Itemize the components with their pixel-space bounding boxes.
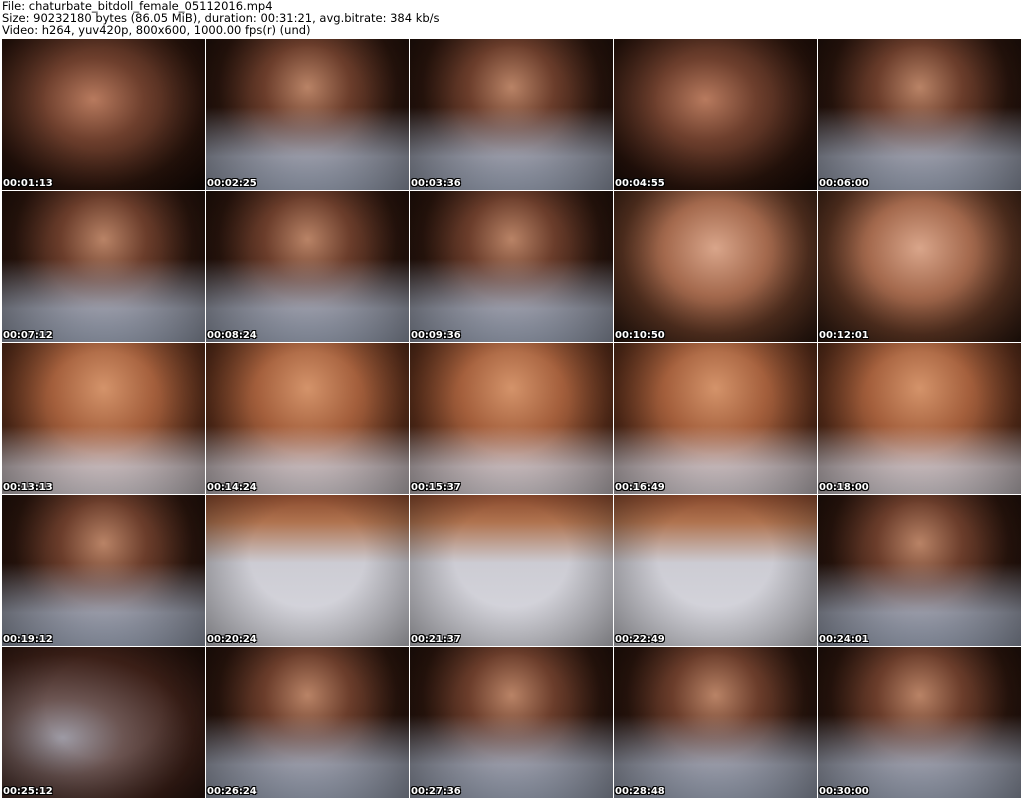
thumbnail-23: 00:27:36 <box>410 647 613 798</box>
thumbnail-vignette <box>818 647 1021 798</box>
thumbnail-timestamp: 00:09:36 <box>411 330 461 341</box>
thumbnail-vignette <box>410 191 613 342</box>
thumbnail-vignette <box>2 495 205 646</box>
thumbnail-timestamp: 00:07:12 <box>3 330 53 341</box>
thumbnail-timestamp: 00:14:24 <box>207 482 257 493</box>
thumbnail-vignette <box>410 495 613 646</box>
thumbnail-25: 00:30:00 <box>818 647 1021 798</box>
thumbnail-grid: 00:01:13 00:02:25 00:03:36 00:04:55 00:06:00… <box>2 39 1022 799</box>
thumbnail-timestamp: 00:20:24 <box>207 634 257 645</box>
thumbnail-timestamp: 00:30:00 <box>819 786 869 797</box>
thumbnail-9: 00:10:50 <box>614 191 817 342</box>
thumbnail-vignette <box>206 647 409 798</box>
thumbnail-7: 00:08:24 <box>206 191 409 342</box>
thumbnail-timestamp: 00:24:01 <box>819 634 869 645</box>
video-info-line: Video: h264, yuv420p, 800x600, 1000.00 f… <box>2 23 311 38</box>
thumbnail-timestamp: 00:08:24 <box>207 330 257 341</box>
thumbnail-13: 00:15:37 <box>410 343 613 494</box>
thumbnail-24: 00:28:48 <box>614 647 817 798</box>
thumbnail-vignette <box>818 343 1021 494</box>
thumbnail-timestamp: 00:22:49 <box>615 634 665 645</box>
thumbnail-timestamp: 00:12:01 <box>819 330 869 341</box>
thumbnail-vignette <box>206 343 409 494</box>
thumbnail-15: 00:18:00 <box>818 343 1021 494</box>
thumbnail-timestamp: 00:06:00 <box>819 178 869 189</box>
thumbnail-timestamp: 00:16:49 <box>615 482 665 493</box>
thumbnail-18: 00:21:37 <box>410 495 613 646</box>
thumbnail-timestamp: 00:01:13 <box>3 178 53 189</box>
thumbnail-vignette <box>2 39 205 190</box>
thumbnail-vignette <box>818 191 1021 342</box>
thumbnail-vignette <box>614 191 817 342</box>
thumbnail-timestamp: 00:18:00 <box>819 482 869 493</box>
thumbnail-6: 00:07:12 <box>2 191 205 342</box>
thumbnail-timestamp: 00:25:12 <box>3 786 53 797</box>
thumbnail-vignette <box>614 495 817 646</box>
thumbnail-vignette <box>2 647 205 798</box>
thumbnail-vignette <box>410 39 613 190</box>
thumbnail-17: 00:20:24 <box>206 495 409 646</box>
thumbnail-16: 00:19:12 <box>2 495 205 646</box>
thumbnail-timestamp: 00:28:48 <box>615 786 665 797</box>
thumbnail-vignette <box>2 191 205 342</box>
thumbnail-vignette <box>614 647 817 798</box>
thumbnail-timestamp: 00:19:12 <box>3 634 53 645</box>
thumbnail-2: 00:02:25 <box>206 39 409 190</box>
thumbnail-4: 00:04:55 <box>614 39 817 190</box>
thumbnail-vignette <box>818 495 1021 646</box>
thumbnail-11: 00:13:13 <box>2 343 205 494</box>
thumbnail-1: 00:01:13 <box>2 39 205 190</box>
thumbnail-vignette <box>410 647 613 798</box>
thumbnail-timestamp: 00:04:55 <box>615 178 665 189</box>
thumbnail-vignette <box>206 39 409 190</box>
thumbnail-12: 00:14:24 <box>206 343 409 494</box>
thumbnail-10: 00:12:01 <box>818 191 1021 342</box>
thumbnail-timestamp: 00:13:13 <box>3 482 53 493</box>
thumbnail-vignette <box>206 191 409 342</box>
thumbnail-14: 00:16:49 <box>614 343 817 494</box>
thumbnail-3: 00:03:36 <box>410 39 613 190</box>
thumbnail-timestamp: 00:27:36 <box>411 786 461 797</box>
thumbnail-timestamp: 00:26:24 <box>207 786 257 797</box>
thumbnail-vignette <box>818 39 1021 190</box>
thumbnail-timestamp: 00:10:50 <box>615 330 665 341</box>
thumbnail-vignette <box>2 343 205 494</box>
thumbnail-timestamp: 00:03:36 <box>411 178 461 189</box>
thumbnail-8: 00:09:36 <box>410 191 613 342</box>
thumbnail-timestamp: 00:02:25 <box>207 178 257 189</box>
thumbnail-vignette <box>614 343 817 494</box>
thumbnail-21: 00:25:12 <box>2 647 205 798</box>
thumbnail-vignette <box>206 495 409 646</box>
file-info-header: File: chaturbate_bitdoll_female_05112016… <box>2 0 1020 38</box>
thumbnail-5: 00:06:00 <box>818 39 1021 190</box>
thumbnail-timestamp: 00:15:37 <box>411 482 461 493</box>
thumbnail-20: 00:24:01 <box>818 495 1021 646</box>
thumbnail-22: 00:26:24 <box>206 647 409 798</box>
thumbnail-vignette <box>614 39 817 190</box>
thumbnail-vignette <box>410 343 613 494</box>
thumbnail-timestamp: 00:21:37 <box>411 634 461 645</box>
thumbnail-19: 00:22:49 <box>614 495 817 646</box>
